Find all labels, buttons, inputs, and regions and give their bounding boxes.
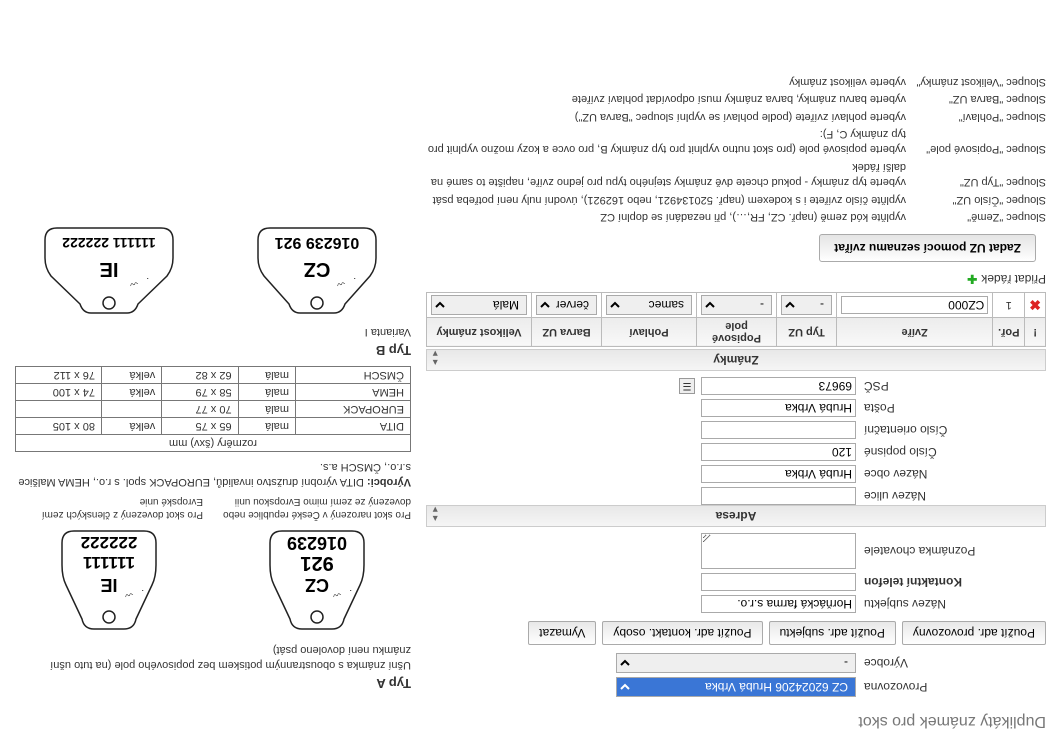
caption-a2: Pro skot dovezený z členských zemí Evrop… [15,495,203,521]
label-nazev-subjektu: Název subjektu [856,597,1046,611]
label-provozovna: Provozovna [856,680,1046,694]
btn-adr-provozovny[interactable]: Použít adr. provozovny [902,621,1046,645]
select-provozovna[interactable]: CZ 62024206 Hrubá Vrbka [616,677,856,697]
label-psc: PSČ [856,379,1046,393]
textarea-poznamka[interactable] [701,533,856,569]
label-cislo-orientacni: Číslo orientační [856,423,1046,437]
heading-typ-b: Typ B [15,343,411,358]
input-nazev-obce[interactable] [701,465,856,483]
input-psc[interactable] [701,377,856,395]
svg-text:CZ: CZ [304,258,331,280]
btn-zadat-seznam[interactable]: Zadat UZ pomocí seznamu zvířat [819,234,1036,262]
delete-row-icon[interactable]: ✖ [1029,298,1041,314]
input-zvire[interactable] [841,296,988,314]
svg-text:.: . [353,276,356,286]
znamky-table: ! Poř. Zvíře Typ UZ Popisové pole Pohlav… [426,292,1046,347]
col-zvire: Zvíře [837,318,993,347]
section-adresa: Adresa ▴▾ [426,505,1046,527]
input-nazev-subjektu[interactable] [701,595,856,613]
plus-icon: ✚ [967,272,977,286]
label-nazev-ulice: Název ulice [856,489,1046,503]
svg-text:222222: 222222 [81,533,138,552]
svg-text:921: 921 [300,552,333,574]
sizes-table: rozměry (šxv) mm DITAmalá65 x 75velká80 … [15,366,411,452]
add-row-link[interactable]: Přidat řádek✚ [426,272,1046,286]
input-cislo-popisne[interactable] [701,443,856,461]
svg-text:111111: 111111 [83,553,135,572]
svg-text:016239 921: 016239 921 [275,234,360,251]
btn-adr-subjektu[interactable]: Použít adr. subjektu [769,621,896,645]
select-velikost[interactable]: Malá [431,295,527,315]
svg-text:IE: IE [100,258,119,280]
svg-text:111111 222222: 111111 222222 [62,235,156,251]
svg-text:.: . [141,588,144,598]
input-nazev-ulice[interactable] [701,487,856,505]
label-posta: Pošta [856,401,1046,415]
lookup-icon[interactable]: ☰ [679,378,695,394]
svg-text:CZ: CZ [305,575,329,595]
heading-typ-a: Typ A [15,676,411,691]
label-vyrobce: Výrobce [856,656,1046,670]
section-znamky: Známky ▴▾ [426,349,1046,371]
text-varianta: Varianta I [15,324,411,339]
btn-vymazat[interactable]: Vymazat [528,621,596,645]
select-typ[interactable]: - [781,295,832,315]
caption-a1: Pro skot narozený v České republice nebo… [223,495,411,521]
label-cislo-popisne: Číslo popisné [856,445,1046,459]
label-poznamka: Poznámka chovatele [856,544,1046,558]
text-vyrobci: Výrobci: DITA výrobní družstvo invalidů,… [15,458,411,489]
select-vyrobce[interactable]: - [616,653,856,673]
col-velikost: Velikost známky [427,318,532,347]
label-kontaktni-telefon: Kontaktní telefon [856,575,1046,589]
cell-por: 1 [993,293,1025,318]
label-nazev-obce: Název obce [856,467,1046,481]
select-pohlavi[interactable]: samec [606,295,692,315]
btn-adr-kontakt[interactable]: Použít adr. kontakt. osoby [602,621,762,645]
svg-text:.: . [146,276,149,286]
collapse-icon[interactable]: ▴▾ [433,349,438,367]
table-row: ✖ 1 - - samec červená Malá [427,293,1046,318]
col-typ: Typ UZ [777,318,837,347]
col-por: Poř. [993,318,1025,347]
ear-tag-a2: . 〰 IE 111111 222222 [44,525,174,635]
col-barva: Barva UZ [532,318,602,347]
col-pohlavi: Pohlaví [602,318,697,347]
input-cislo-orientacni[interactable] [701,421,856,439]
select-pole[interactable]: - [701,295,772,315]
svg-text:.: . [349,588,352,598]
input-posta[interactable] [701,399,856,417]
help-text: Sloupec "Země"vyplňte kód země (např. CZ… [426,73,1046,224]
ear-tag-b1: . 〰 CZ 016239 921 [242,223,392,318]
ear-tag-a1: . 〰 CZ 921 016239 [252,525,382,635]
svg-text:IE: IE [100,575,117,595]
select-barva[interactable]: červená [536,295,597,315]
col-del: ! [1025,318,1046,347]
input-kontaktni-telefon[interactable] [701,573,856,591]
collapse-icon[interactable]: ▴▾ [433,505,438,523]
ear-tag-b2: . 〰 IE 111111 222222 [29,223,189,318]
col-pole: Popisové pole [697,318,777,347]
text-typ-a: Ušní známka s oboustranným potiskem bez … [15,641,411,672]
page-title: Duplikáty známek pro skot [15,712,1046,730]
svg-text:016239: 016239 [287,533,347,553]
